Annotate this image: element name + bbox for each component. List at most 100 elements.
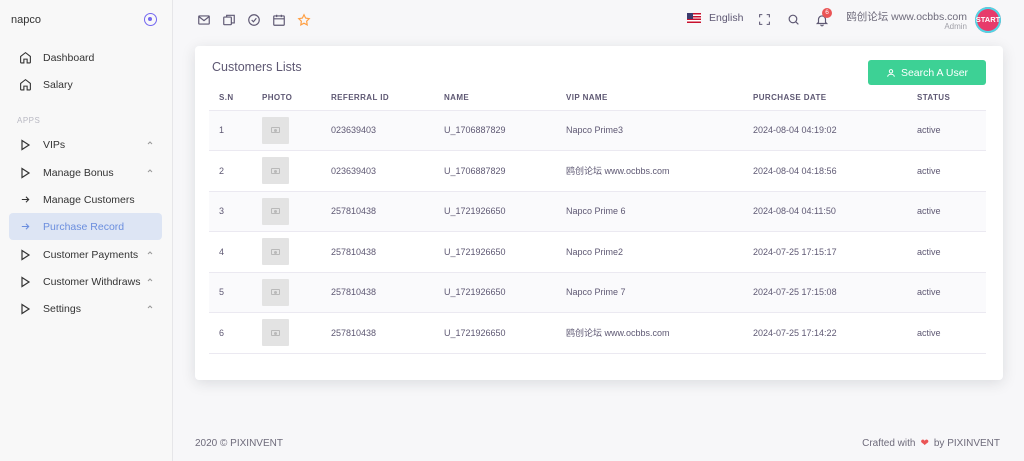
table-row: 6 257810438 U_1721926650 鸥创论坛 www.ocbbs.… bbox=[209, 312, 986, 354]
card-title: Customers Lists bbox=[212, 60, 302, 74]
search-user-button[interactable]: Search A User bbox=[868, 60, 986, 85]
sidebar-item-dashboard[interactable]: Dashboard bbox=[9, 44, 162, 71]
home-icon bbox=[18, 78, 32, 92]
photo-placeholder[interactable] bbox=[262, 238, 289, 266]
mail-icon[interactable] bbox=[196, 12, 211, 27]
cell-vip-name: Napco Prime 7 bbox=[556, 272, 743, 313]
us-flag-icon bbox=[687, 13, 701, 23]
language-dropdown[interactable]: English bbox=[687, 12, 743, 24]
column-header-vip-name: VIP NAME bbox=[556, 86, 743, 111]
fullscreen-icon[interactable] bbox=[757, 12, 772, 27]
brand-name[interactable]: napco bbox=[11, 14, 41, 26]
column-header-sn: S.N bbox=[209, 86, 252, 111]
footer-credits: Crafted with ❤ by PIXINVENT bbox=[862, 438, 1000, 449]
sidebar-item-settings[interactable]: Settings bbox=[9, 295, 162, 322]
chat-icon[interactable] bbox=[221, 12, 236, 27]
sidebar-toggle-icon[interactable] bbox=[144, 13, 157, 26]
footer-crafted-suffix[interactable]: by PIXINVENT bbox=[934, 438, 1000, 449]
cell-referral-id: 257810438 bbox=[321, 272, 434, 313]
footer-copyright: 2020 © PIXINVENT bbox=[195, 438, 283, 449]
notification-badge: 6 bbox=[822, 8, 832, 18]
sidebar-item-label: Manage Customers bbox=[43, 193, 135, 206]
column-header-purchase-date: PURCHASE DATE bbox=[743, 86, 907, 111]
cell-name: U_1721926650 bbox=[434, 312, 556, 354]
camera-icon bbox=[271, 289, 280, 296]
sidebar-item-label: Purchase Record bbox=[43, 220, 125, 233]
cell-referral-id: 023639403 bbox=[321, 110, 434, 151]
language-label: English bbox=[709, 12, 744, 24]
sidebar-item-label: Customer Withdraws bbox=[43, 275, 141, 288]
cell-name: U_1706887829 bbox=[434, 150, 556, 192]
cell-purchase-date: 2024-08-04 04:18:56 bbox=[743, 150, 907, 192]
section-label-apps: APPS bbox=[17, 116, 41, 125]
cell-name: U_1721926650 bbox=[434, 191, 556, 232]
column-header-referral-id: REFERRAL ID bbox=[321, 86, 434, 111]
sidebar-item-purchase-record[interactable]: Purchase Record bbox=[9, 213, 162, 240]
user-role: Admin bbox=[944, 22, 967, 31]
sidebar: napco Dashboard Salary APPS VIPs Manage … bbox=[0, 0, 173, 461]
table-row: 4 257810438 U_1721926650 Napco Prime2 20… bbox=[209, 231, 986, 273]
cell-sn: 2 bbox=[209, 150, 252, 192]
cell-status: active bbox=[907, 312, 986, 354]
cell-name: U_1721926650 bbox=[434, 231, 556, 273]
cell-name: U_1721926650 bbox=[434, 272, 556, 313]
cell-status: active bbox=[907, 231, 986, 273]
cell-photo bbox=[252, 231, 321, 273]
calendar-icon[interactable] bbox=[271, 12, 286, 27]
cell-referral-id: 257810438 bbox=[321, 231, 434, 273]
cell-vip-name: 鸥创论坛 www.ocbbs.com bbox=[556, 312, 743, 354]
table-row: 3 257810438 U_1721926650 Napco Prime 6 2… bbox=[209, 191, 986, 232]
photo-placeholder[interactable] bbox=[262, 157, 289, 185]
table-row: 5 257810438 U_1721926650 Napco Prime 7 2… bbox=[209, 272, 986, 313]
cell-vip-name: 鸥创论坛 www.ocbbs.com bbox=[556, 150, 743, 192]
topbar: English 6 鸥创论坛 www.ocbbs.com Admin START bbox=[173, 0, 1024, 40]
star-icon[interactable] bbox=[296, 12, 311, 27]
arrow-right-icon bbox=[18, 193, 32, 207]
search-icon[interactable] bbox=[786, 12, 801, 27]
footer-crafted-prefix: Crafted with bbox=[862, 438, 916, 449]
cell-purchase-date: 2024-08-04 04:19:02 bbox=[743, 110, 907, 151]
cell-referral-id: 257810438 bbox=[321, 191, 434, 232]
purchase-table: S.N PHOTO REFERRAL ID NAME VIP NAME PURC… bbox=[209, 86, 986, 354]
photo-placeholder[interactable] bbox=[262, 278, 289, 306]
cell-photo bbox=[252, 312, 321, 354]
cell-photo bbox=[252, 272, 321, 313]
camera-icon bbox=[271, 208, 280, 215]
sidebar-item-manage-bonus[interactable]: Manage Bonus bbox=[9, 159, 162, 186]
play-icon bbox=[18, 138, 32, 152]
cell-sn: 4 bbox=[209, 231, 252, 273]
sidebar-item-label: Dashboard bbox=[43, 51, 95, 64]
avatar[interactable]: START bbox=[975, 7, 1001, 33]
column-header-photo: PHOTO bbox=[252, 86, 321, 111]
table-row: 2 023639403 U_1706887829 鸥创论坛 www.ocbbs.… bbox=[209, 150, 986, 192]
arrow-right-icon bbox=[18, 220, 32, 234]
sidebar-item-salary[interactable]: Salary bbox=[9, 71, 162, 98]
cell-status: active bbox=[907, 272, 986, 313]
cell-photo bbox=[252, 110, 321, 151]
photo-placeholder[interactable] bbox=[262, 197, 289, 225]
play-icon bbox=[18, 302, 32, 316]
sidebar-item-customer-payments[interactable]: Customer Payments bbox=[9, 241, 162, 268]
chevron-up-icon bbox=[145, 138, 155, 148]
sidebar-item-label: Customer Payments bbox=[43, 248, 139, 261]
chevron-up-icon bbox=[145, 275, 155, 285]
cell-sn: 3 bbox=[209, 191, 252, 232]
sidebar-item-vips[interactable]: VIPs bbox=[9, 131, 162, 158]
cell-status: active bbox=[907, 150, 986, 192]
play-icon bbox=[18, 275, 32, 289]
sidebar-item-customer-withdraws[interactable]: Customer Withdraws bbox=[9, 268, 162, 295]
heart-icon: ❤ bbox=[920, 438, 929, 449]
play-icon bbox=[18, 166, 32, 180]
cell-vip-name: Napco Prime 6 bbox=[556, 191, 743, 232]
cell-sn: 1 bbox=[209, 110, 252, 151]
sidebar-item-label: Salary bbox=[43, 78, 73, 91]
photo-placeholder[interactable] bbox=[262, 116, 289, 144]
photo-placeholder[interactable] bbox=[262, 319, 289, 347]
play-icon bbox=[18, 248, 32, 262]
check-circle-icon[interactable] bbox=[246, 12, 261, 27]
cell-vip-name: Napco Prime3 bbox=[556, 110, 743, 151]
cell-referral-id: 023639403 bbox=[321, 150, 434, 192]
sidebar-item-manage-customers[interactable]: Manage Customers bbox=[9, 186, 162, 213]
sidebar-item-label: Settings bbox=[43, 302, 81, 315]
cell-photo bbox=[252, 150, 321, 192]
